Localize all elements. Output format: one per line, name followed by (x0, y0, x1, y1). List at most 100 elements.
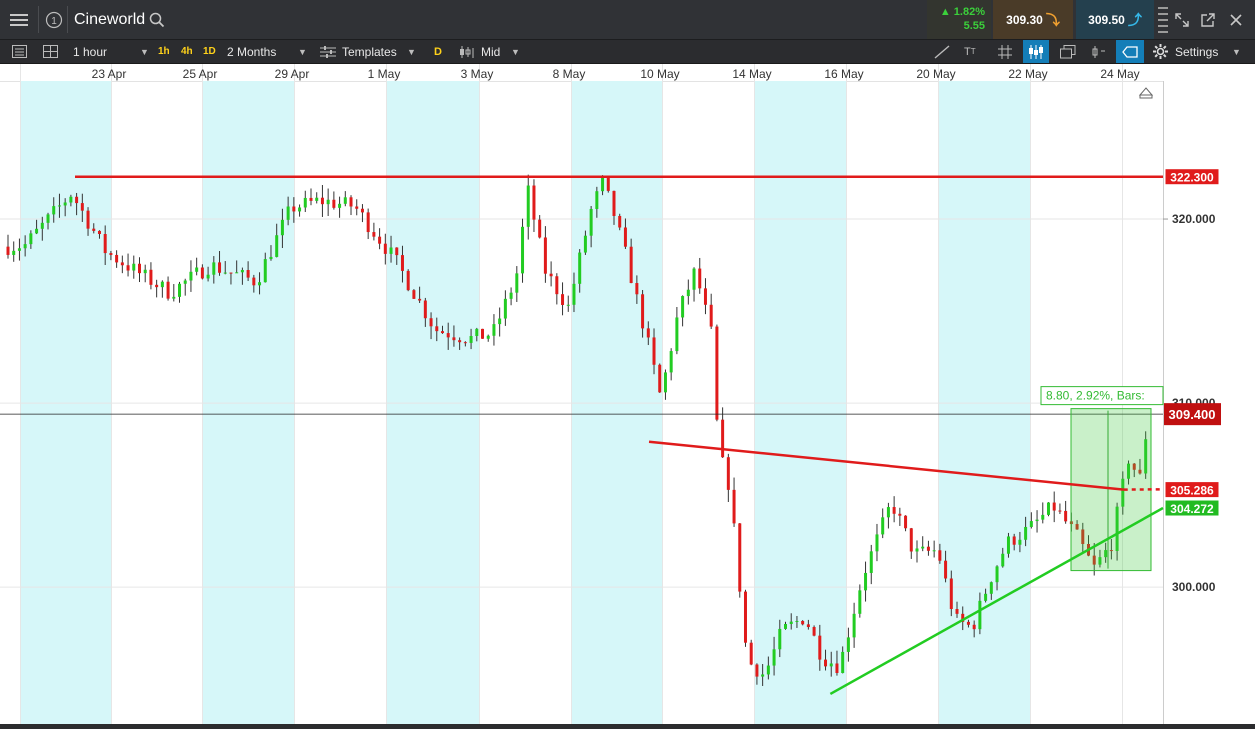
chevron-down-icon[interactable]: ▼ (1232, 40, 1241, 63)
indicator-icon[interactable] (1091, 40, 1107, 63)
candle-body (1064, 511, 1067, 521)
candle-body (630, 247, 633, 283)
candle-body (52, 206, 55, 214)
chevron-down-icon[interactable]: ▼ (407, 40, 416, 63)
candle-body (830, 663, 833, 666)
candle-body (881, 517, 884, 534)
chart-canvas[interactable]: 8.80, 2.92%, Bars: 23 Apr25 Apr29 Apr1 M… (0, 64, 1255, 724)
candle-body (755, 665, 758, 677)
candle-body (910, 528, 913, 551)
candle-body (115, 255, 118, 262)
candle-body (933, 550, 936, 551)
quick-interval-4h[interactable]: 4h (181, 40, 193, 63)
expand-icon[interactable] (1172, 0, 1192, 39)
candle-body (504, 299, 507, 319)
candle-body (144, 270, 147, 273)
candle-body (870, 551, 873, 573)
candle-body (647, 328, 650, 337)
candle-type-icon[interactable] (459, 40, 475, 63)
candle-body (1047, 503, 1050, 515)
layout-grid-icon[interactable] (43, 40, 59, 63)
chevron-down-icon[interactable]: ▼ (298, 40, 307, 63)
settings-button[interactable]: Settings (1175, 40, 1218, 63)
candle-body (121, 262, 124, 265)
close-icon[interactable] (1226, 0, 1246, 39)
candle-body (681, 296, 684, 317)
measure-label: 8.80, 2.92%, Bars: (1046, 389, 1145, 403)
candle-body (607, 177, 610, 191)
candle-body (149, 270, 152, 285)
candle-body (1041, 515, 1044, 520)
candle-body (1018, 540, 1021, 545)
candle-body (395, 248, 398, 256)
info-icon[interactable]: 1 (42, 0, 66, 39)
candle-body (578, 253, 581, 284)
candle-body (384, 244, 387, 254)
sell-price: 309.30 (1006, 13, 1043, 27)
chart-toolbar: 1 hour ▼ 1h 4h 1D 2 Months ▼ Templates ▼… (0, 40, 1255, 64)
candle-body (407, 271, 410, 290)
candle-body (601, 177, 604, 192)
candle-body (252, 278, 255, 286)
tag-icon[interactable] (1116, 40, 1144, 63)
interval-select[interactable]: 1 hour (73, 40, 107, 63)
x-axis-label: 3 May (461, 67, 494, 81)
candle-body (138, 264, 141, 273)
buy-button[interactable]: 309.50 ⤴ (1076, 0, 1154, 39)
menu-icon[interactable] (0, 0, 38, 39)
templates-button[interactable]: Templates (342, 40, 397, 63)
candle-body (75, 197, 78, 203)
price-chart[interactable]: 8.80, 2.92%, Bars: 23 Apr25 Apr29 Apr1 M… (0, 64, 1255, 724)
candle-body (424, 301, 427, 319)
change-absolute: 5.55 (927, 19, 991, 33)
popout-icon[interactable] (1198, 0, 1218, 39)
candle-body (98, 231, 101, 234)
draw-line-icon[interactable] (934, 40, 950, 63)
candle-body (229, 273, 232, 274)
sell-button[interactable]: 309.30 ⤵ (993, 0, 1073, 39)
candle-body (287, 207, 290, 220)
chevron-down-icon[interactable]: ▼ (140, 40, 149, 63)
layout-list-icon[interactable] (12, 40, 28, 63)
quick-interval-1d[interactable]: 1D (203, 40, 216, 63)
candle-body (81, 203, 84, 211)
candle-body (550, 274, 553, 277)
candle-body (464, 342, 467, 343)
candle-body (207, 275, 210, 279)
candle-view-icon[interactable] (1023, 40, 1049, 63)
gear-icon[interactable] (1153, 40, 1168, 63)
layers-icon[interactable] (1060, 40, 1076, 63)
candle-body (367, 212, 370, 232)
change-percent: 1.82% (954, 6, 985, 18)
candle-body (973, 625, 976, 629)
x-axis-label: 24 May (1100, 67, 1139, 81)
text-tool-icon[interactable]: TT (964, 40, 976, 63)
candle-body (544, 237, 547, 273)
candle-body (378, 237, 381, 244)
candle-body (92, 229, 95, 231)
candle-body (1001, 554, 1004, 567)
candle-body (64, 202, 67, 205)
title-bar: 1 Cineworld ▲ 1.82% 5.55 309.30 ⤵ 309.50… (0, 0, 1255, 40)
candle-body (521, 227, 524, 274)
price-type-select[interactable]: Mid (481, 40, 500, 63)
candle-body (195, 267, 198, 271)
range-select[interactable]: 2 Months (227, 40, 276, 63)
candle-body (807, 624, 810, 627)
search-icon[interactable] (146, 0, 168, 39)
d-badge[interactable]: D (434, 40, 442, 63)
candle-body (761, 674, 764, 676)
candle-body (590, 209, 593, 236)
candle-body (510, 293, 513, 299)
templates-icon[interactable] (320, 40, 336, 63)
chevron-down-icon[interactable]: ▼ (511, 40, 520, 63)
candle-body (555, 276, 558, 294)
grip-icon[interactable] (1156, 0, 1170, 39)
candle-body (744, 592, 747, 643)
x-axis-label: 20 May (916, 67, 955, 81)
crosshair-icon[interactable] (998, 40, 1012, 63)
candle-body (921, 547, 924, 549)
quick-interval-1h[interactable]: 1h (158, 40, 170, 63)
current-price-tag: 309.400 (1169, 407, 1216, 422)
candle-body (458, 340, 461, 342)
